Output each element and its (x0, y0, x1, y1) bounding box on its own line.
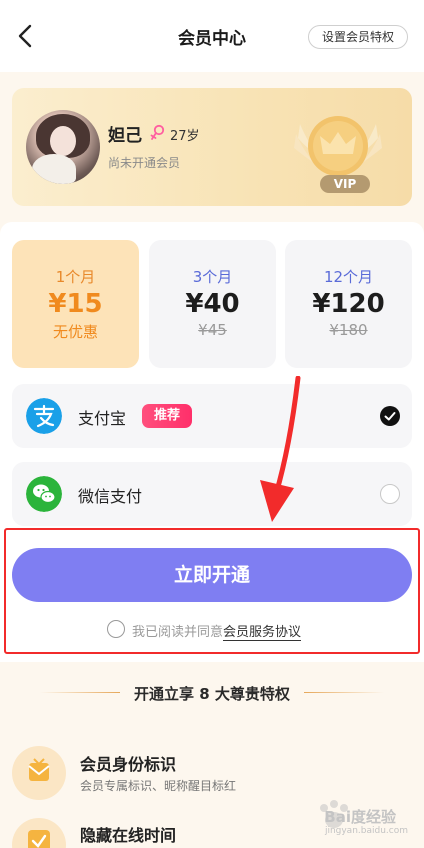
payment-option-wechat[interactable]: 微信支付 (12, 462, 412, 526)
wechat-pay-icon (26, 476, 62, 512)
plan-duration: 3个月 (192, 268, 233, 286)
plan-duration: 1个月 (55, 268, 96, 286)
wechat-radio-unchecked[interactable] (380, 484, 400, 504)
checkbox-icon (28, 830, 50, 848)
membership-agreement-link[interactable]: 会员服务协议 (223, 625, 302, 641)
watermark-text: Bai度经验 (324, 808, 396, 826)
privileges-title: 开通立享 8 大尊贵特权 (134, 685, 290, 703)
top-bar: 会员中心 设置会员特权 (0, 0, 424, 72)
female-gender-icon (150, 124, 165, 140)
watermark-subtext: jingyan.baidu.com (324, 826, 408, 836)
agreement-checkbox[interactable] (107, 620, 125, 638)
plan-3-months[interactable]: 3个月 ¥40 ¥45 (149, 240, 276, 368)
privilege-name: 会员身份标识 (80, 755, 177, 774)
plan-original-price: ¥180 (329, 321, 368, 339)
privilege-name: 隐藏在线时间 (80, 826, 177, 845)
plan-price: ¥40 (185, 289, 240, 319)
privilege-icon-container (12, 746, 66, 800)
avatar[interactable] (26, 110, 100, 184)
member-badge-icon (28, 758, 50, 781)
alipay-icon (26, 398, 62, 434)
privilege-desc: 会员专属标识、昵称醒目标红 (80, 779, 237, 793)
plan-price: ¥15 (48, 289, 103, 319)
divider-right (304, 692, 384, 693)
plan-duration: 12个月 (323, 268, 374, 286)
wechat-pay-label: 微信支付 (78, 487, 143, 506)
plan-1-month[interactable]: 1个月 ¥15 无优惠 (12, 240, 139, 368)
vip-profile-card: 妲己 27岁 尚未开通会员 VIP (12, 88, 412, 206)
vip-label: VIP (320, 175, 370, 193)
alipay-radio-checked[interactable] (380, 406, 400, 426)
plan-original-price: ¥45 (198, 321, 227, 339)
agreement-text: 我已阅读并同意会员服务协议 (132, 621, 302, 641)
recommend-badge: 推荐 (142, 404, 193, 428)
privilege-icon-container (12, 818, 66, 848)
alipay-label: 支付宝 (78, 409, 127, 428)
annotation-arrow-icon (260, 376, 301, 522)
open-membership-button[interactable]: 立即开通 (12, 548, 412, 602)
plan-note: 无优惠 (52, 323, 98, 341)
plan-12-months[interactable]: 12个月 ¥120 ¥180 (285, 240, 412, 368)
member-status: 尚未开通会员 (108, 156, 181, 170)
agreement-prefix: 我已阅读并同意 (132, 625, 224, 640)
user-age: 27岁 (170, 129, 200, 144)
check-icon (384, 412, 396, 421)
plan-price: ¥120 (312, 289, 385, 319)
payment-option-alipay[interactable]: 支付宝 推荐 (12, 384, 412, 448)
user-name: 妲己 (108, 126, 142, 146)
set-privilege-button[interactable]: 设置会员特权 (307, 25, 408, 49)
